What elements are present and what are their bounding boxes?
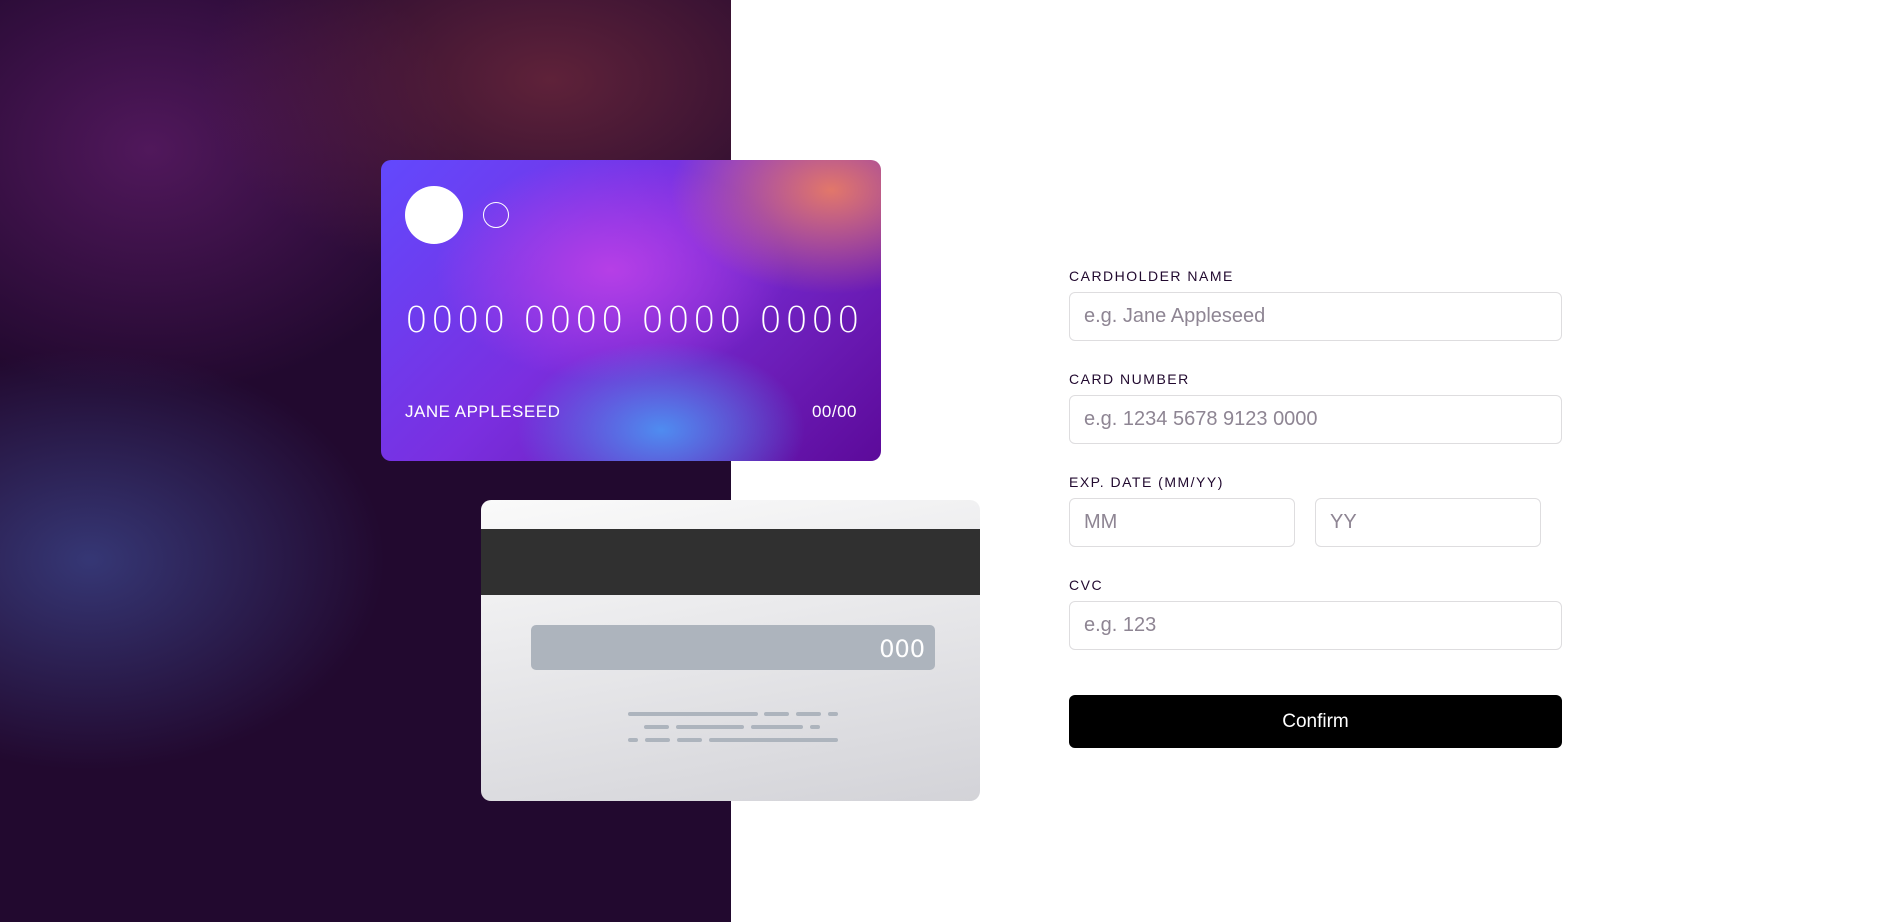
exp-year-input[interactable]: [1315, 498, 1541, 547]
card-logo-circle-large: [405, 186, 463, 244]
card-logo-circle-small: [483, 202, 509, 228]
confirm-button[interactable]: Confirm: [1069, 695, 1562, 748]
exp-month-input[interactable]: [1069, 498, 1295, 547]
exp-date-label: EXP. DATE (MM/YY): [1069, 474, 1224, 490]
magnetic-stripe: [481, 529, 980, 595]
cardholder-name-display: JANE APPLESEED: [405, 402, 561, 421]
cvc-label: CVC: [1069, 577, 1104, 593]
card-number-label: CARD NUMBER: [1069, 371, 1190, 387]
card-cvc-display: 000: [531, 625, 935, 670]
card-details-form: CARDHOLDER NAME CARD NUMBER EXP. DATE (M…: [1069, 268, 1562, 748]
card-number-display: 0000 0000 0000 0000: [405, 300, 863, 341]
card-expiry-display: 00/00: [811, 402, 857, 421]
card-front: 0000 0000 0000 0000 JANE APPLESEED 00/00: [381, 160, 881, 461]
card-back: 000: [481, 500, 980, 801]
card-number-input[interactable]: [1069, 395, 1562, 444]
cardholder-name-label: CARDHOLDER NAME: [1069, 268, 1234, 284]
cvc-input[interactable]: [1069, 601, 1562, 650]
cardholder-name-input[interactable]: [1069, 292, 1562, 341]
